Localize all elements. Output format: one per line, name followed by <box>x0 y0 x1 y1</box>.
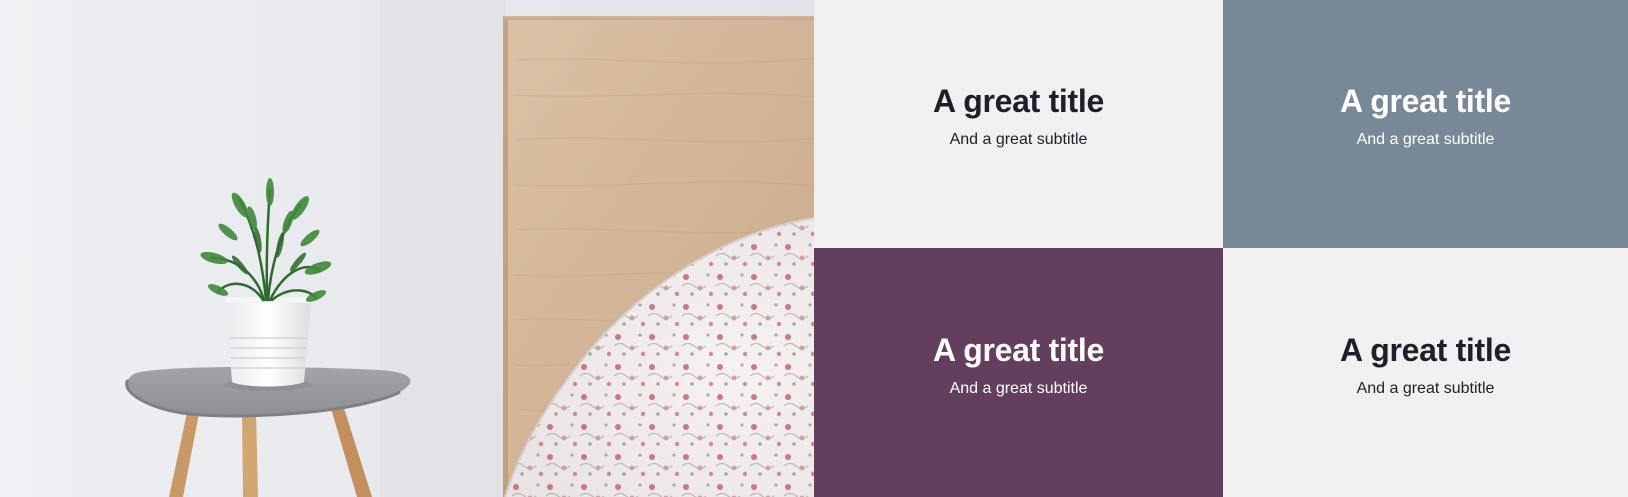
bedroom-photo-illustration <box>0 0 814 497</box>
hero-section: A great title And a great subtitle A gre… <box>0 0 1628 497</box>
tile-subtitle: And a great subtitle <box>1356 131 1495 148</box>
tile-subtitle: And a great subtitle <box>949 379 1088 397</box>
feature-tile-1: A great title And a great subtitle <box>814 0 1223 248</box>
feature-tiles-grid: A great title And a great subtitle A gre… <box>814 0 1628 497</box>
tile-title: A great title <box>1340 83 1511 120</box>
tile-title: A great title <box>933 83 1104 120</box>
bedroom-photo <box>0 0 814 497</box>
feature-tile-3: A great title And a great subtitle <box>814 248 1223 497</box>
feature-tile-2: A great title And a great subtitle <box>1223 0 1628 248</box>
tile-subtitle: And a great subtitle <box>949 131 1088 148</box>
tile-subtitle: And a great subtitle <box>1356 379 1495 397</box>
tile-title: A great title <box>1340 331 1511 368</box>
tile-title: A great title <box>933 331 1104 368</box>
feature-tile-4: A great title And a great subtitle <box>1223 248 1628 497</box>
